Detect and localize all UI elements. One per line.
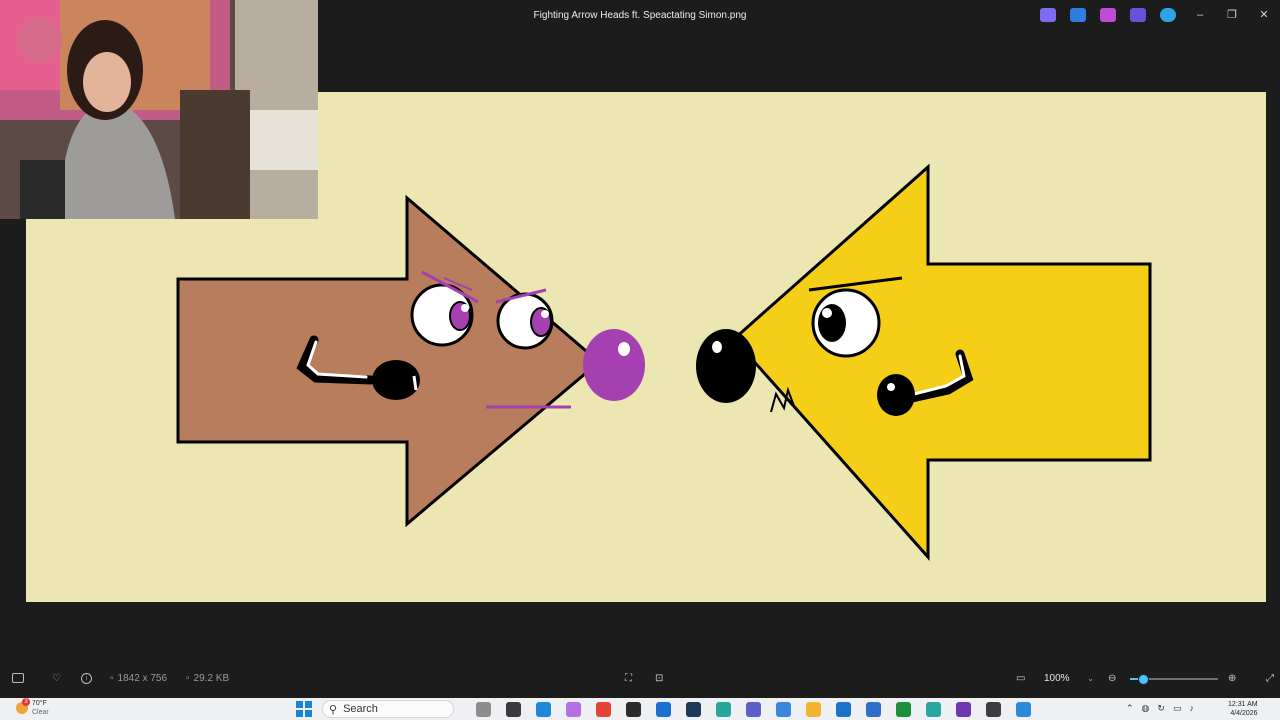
volume-icon[interactable]: ♪ [1189,703,1194,714]
title-app-icons [1040,8,1176,22]
weather-condition: Clear [32,709,49,716]
edge-icon[interactable] [536,702,551,717]
chevron-up-icon[interactable]: ⌃ [1126,703,1134,714]
edit-icon[interactable] [1070,8,1086,22]
expand-icon: ⤢ [1266,673,1274,684]
status-bar: ♡ i ▫ 1842 x 756 ▫ 29.2 KB ⛶ ⊡ ▭ 100% ⌄ … [0,664,1280,694]
file-explorer-icon[interactable] [806,702,821,717]
azure-icon[interactable] [656,702,671,717]
network-icon[interactable]: ◍ [1142,703,1150,714]
clock-time: 12:31 AM [1228,701,1258,708]
copilot-icon[interactable] [1040,8,1056,22]
search-placeholder: Search [343,703,378,715]
weather-temp: 70°F [32,700,47,707]
copilot-icon[interactable] [566,702,581,717]
onenote-icon[interactable] [956,702,971,717]
webcam-overlay [0,0,318,219]
brown-nose [583,329,645,401]
minimize-button[interactable]: – [1184,4,1216,26]
disk-icon: ▫ [186,673,190,684]
favorite-button[interactable]: ♡ [52,673,61,684]
widget-icon[interactable] [476,702,491,717]
crop-button[interactable]: ⛶ [625,673,632,684]
start-button[interactable] [296,701,312,720]
info-icon: i [81,673,92,684]
onedrive-icon[interactable] [1160,8,1176,22]
weather-widget[interactable]: 3 70°F Clear [16,698,49,717]
teal-app-icon[interactable] [716,702,731,717]
image-size-icon: ▫ [110,673,114,684]
fit-window-button[interactable]: ▭ [1016,673,1025,684]
taskbar: 3 70°F Clear ⚲ Search ⌃ ◍ ↻ ▭ ♪ 12:31 AM… [0,698,1280,720]
clipchamp-icon[interactable] [1130,8,1146,22]
chevron-down-icon: ⌄ [1087,674,1094,683]
zoom-slider[interactable] [1130,674,1218,685]
restore-button[interactable]: ❐ [1216,4,1248,26]
system-tray: ⌃ ◍ ↻ ▭ ♪ [1126,703,1194,714]
dimensions-text: 1842 x 756 [117,673,168,684]
window-controls: – ❐ ✕ [1184,4,1280,26]
globe-app-icon[interactable] [926,702,941,717]
windows-icon [296,701,312,717]
store-icon[interactable] [866,702,881,717]
heart-app-icon[interactable] [776,702,791,717]
filesize-label: ▫ 29.2 KB [186,673,229,684]
filesize-text: 29.2 KB [193,673,230,684]
dimensions-label: ▫ 1842 x 756 [110,673,167,684]
clock-date: 4/4/2026 [1230,710,1258,717]
zoom-out-button[interactable]: ⊖ [1108,673,1116,684]
taskbar-clock[interactable]: 12:31 AM 4/4/2026 [1228,700,1258,718]
info-button[interactable]: i [81,673,92,684]
crop-icon: ⛶ [625,673,632,684]
close-button[interactable]: ✕ [1248,4,1280,26]
xbox-icon[interactable] [896,702,911,717]
steam-icon[interactable] [686,702,701,717]
yellow-arrow [731,163,1152,561]
zoom-slider-thumb[interactable] [1138,674,1150,685]
weather-badge: 3 [22,698,30,706]
chrome-icon[interactable] [596,702,611,717]
search-icon: ⚲ [329,703,338,716]
weather-icon: 3 [16,698,30,714]
task-view-icon[interactable] [506,702,521,717]
yellow-nose [696,329,756,403]
taskbar-search[interactable]: ⚲ Search [322,700,454,718]
teams-icon[interactable] [746,702,761,717]
fullscreen-button[interactable]: ⤢ [1266,673,1274,684]
filmstrip-toggle[interactable] [12,673,24,683]
zoom-select[interactable]: 100% ⌄ [1040,668,1100,690]
brown-arrow [176,194,602,528]
visual-search-button[interactable]: ⊡ [655,673,663,684]
fit-icon: ▭ [1016,673,1026,684]
pinned-apps [476,702,1031,717]
obs-icon[interactable] [986,702,1001,717]
epic-icon[interactable] [626,702,641,717]
visual-search-icon: ⊡ [655,673,664,684]
zoom-value: 100% [1044,673,1070,684]
filmstrip-icon [12,673,24,683]
designer-icon[interactable] [1100,8,1116,22]
zoom-in-icon: ⊕ [1228,673,1237,684]
mail-icon[interactable] [836,702,851,717]
sync-icon[interactable]: ↻ [1157,703,1165,714]
heart-icon: ♡ [52,673,61,684]
zoom-in-button[interactable]: ⊕ [1228,673,1236,684]
zoom-out-icon: ⊖ [1108,673,1117,684]
photos-icon[interactable] [1016,702,1031,717]
monitor-icon[interactable]: ▭ [1173,703,1182,714]
